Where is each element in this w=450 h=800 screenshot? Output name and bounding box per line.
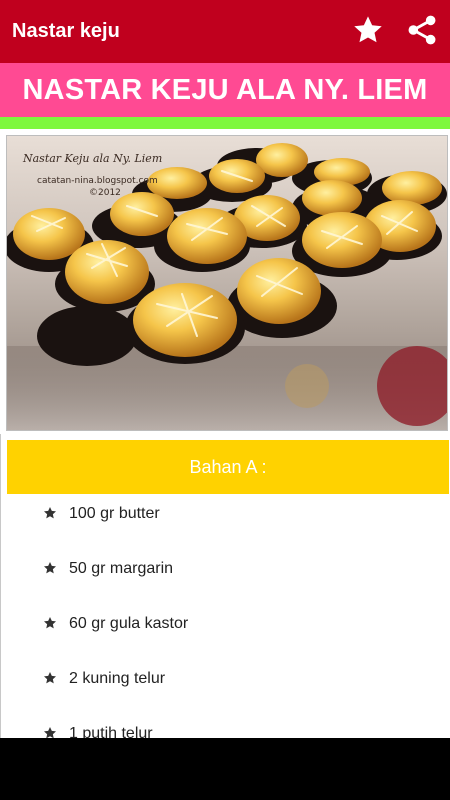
ingredient-text: 60 gr gula kastor [69, 615, 189, 632]
ingredient-item: 2 kuning telur [1, 669, 450, 724]
star-bullet-icon [43, 672, 57, 684]
share-icon [408, 15, 436, 45]
ingredient-item: 60 gr gula kastor [1, 614, 450, 669]
favorite-button[interactable] [350, 12, 386, 48]
app-bar: Nastar keju [0, 0, 450, 63]
ingredient-text: 50 gr margarin [69, 560, 174, 577]
system-navigation-bar [0, 738, 450, 800]
recipe-title-banner: NASTAR KEJU ALA NY. LIEM [0, 63, 450, 117]
star-bullet-icon [43, 562, 57, 574]
ingredients-card: Bahan A : 100 gr butter 50 gr margarin 6… [0, 434, 450, 744]
ingredient-item: 50 gr margarin [1, 559, 450, 614]
banner-divider [0, 117, 450, 129]
section-header: Bahan A : [7, 440, 449, 494]
recipe-photo: Nastar Keju ala Ny. Liem catatan-nina.bl… [6, 135, 448, 431]
star-bullet-icon [43, 617, 57, 629]
section-title: Bahan A : [189, 456, 267, 477]
star-icon [354, 16, 382, 43]
ingredient-item: 100 gr butter [1, 504, 450, 559]
photo-watermark-url: catatan-nina.blogspot.com [37, 176, 158, 186]
ingredient-text: 2 kuning telur [69, 670, 166, 687]
share-button[interactable] [404, 12, 440, 48]
recipe-title: NASTAR KEJU ALA NY. LIEM [22, 73, 428, 106]
star-bullet-icon [43, 507, 57, 519]
photo-watermark-year: ©2012 [89, 188, 121, 198]
ingredient-text: 100 gr butter [69, 505, 160, 522]
photo-watermark-title: Nastar Keju ala Ny. Liem [23, 152, 163, 165]
app-title: Nastar keju [12, 20, 120, 42]
app-bar-actions [350, 12, 440, 48]
